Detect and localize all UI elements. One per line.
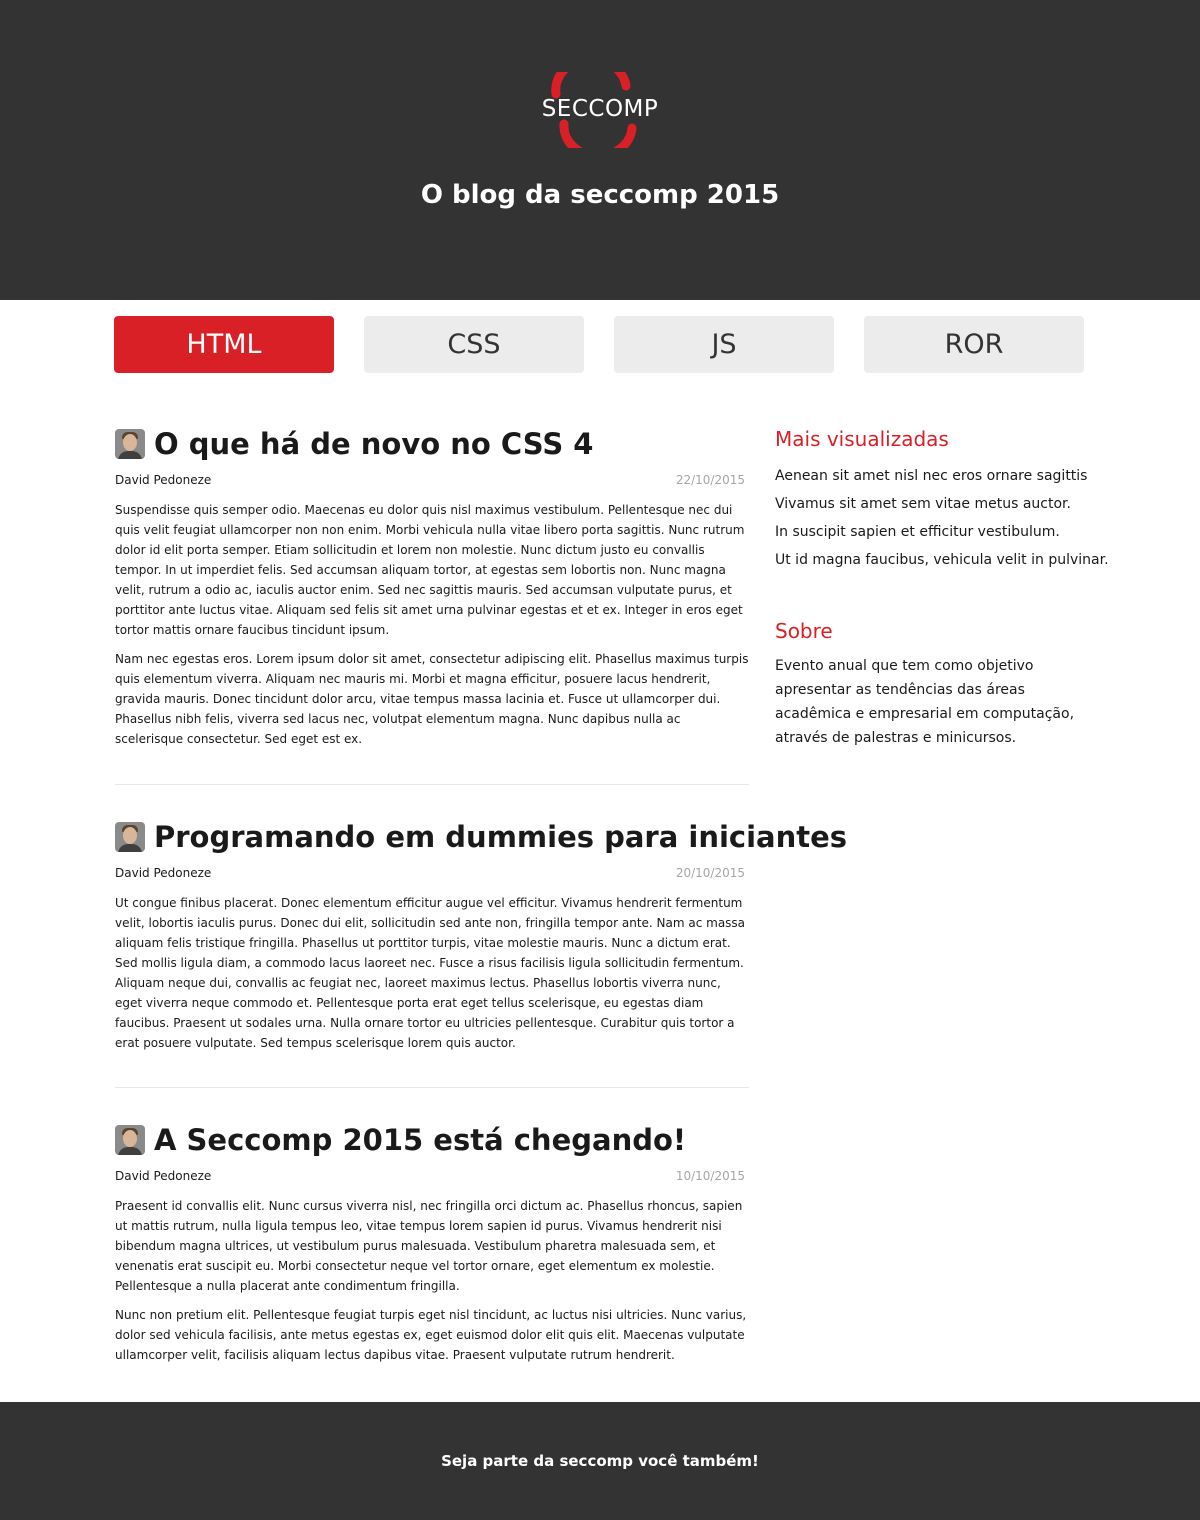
sidebar-most-viewed: Mais visualizadas Aenean sit amet nisl n… (775, 425, 1109, 574)
blog-title: O blog da seccomp 2015 (420, 180, 780, 210)
post-title[interactable]: Programando em dummies para iniciantes (154, 817, 847, 857)
post-header: O que há de novo no CSS 4 (115, 424, 749, 464)
post-body: Suspendisse quis semper odio. Maecenas e… (115, 500, 749, 749)
post-divider (115, 1087, 749, 1088)
post-author: David Pedoneze (115, 1169, 212, 1183)
post-author: David Pedoneze (115, 866, 212, 880)
post-date: 10/10/2015 (675, 1169, 745, 1183)
author-avatar[interactable] (115, 822, 145, 852)
post-meta: David Pedoneze 10/10/2015 (115, 1165, 749, 1187)
blog-post: Programando em dummies para iniciantes D… (115, 817, 847, 1053)
post-title[interactable]: O que há de novo no CSS 4 (154, 424, 593, 464)
about-text: Evento anual que tem como objetivo apres… (775, 658, 1075, 746)
author-avatar[interactable] (115, 429, 145, 459)
post-date: 20/10/2015 (675, 866, 745, 880)
footer-text: Seja parte da seccomp você também! (441, 1452, 759, 1470)
blog-post: O que há de novo no CSS 4 David Pedoneze… (115, 424, 749, 749)
seccomp-logo[interactable]: SECCOMP (520, 72, 680, 148)
post-paragraph: Nam nec egestas eros. Lorem ipsum dolor … (115, 652, 749, 746)
post-paragraph: Ut congue finibus placerat. Donec elemen… (115, 896, 746, 1050)
tab-css[interactable]: CSS (364, 316, 584, 373)
most-viewed-item[interactable]: In suscipit sapien et efficitur vestibul… (775, 518, 1105, 546)
post-paragraph: Suspendisse quis semper odio. Maecenas e… (115, 503, 745, 637)
most-viewed-item[interactable]: Ut id magna faucibus, vehicula velit in … (775, 546, 1109, 574)
post-date: 22/10/2015 (675, 473, 745, 487)
post-title[interactable]: A Seccomp 2015 está chegando! (154, 1120, 686, 1160)
post-body: Ut congue finibus placerat. Donec elemen… (115, 893, 749, 1053)
post-paragraph: Praesent id convallis elit. Nunc cursus … (115, 1199, 743, 1293)
most-viewed-list: Aenean sit amet nisl nec eros ornare sag… (775, 462, 1109, 574)
blog-post: A Seccomp 2015 está chegando! David Pedo… (115, 1120, 749, 1365)
logo-text: SECCOMP (542, 96, 659, 122)
sidebar-about: Sobre Evento anual que tem como objetivo… (775, 617, 1105, 750)
about-heading: Sobre (775, 619, 833, 643)
post-meta: David Pedoneze 20/10/2015 (115, 862, 749, 884)
post-meta: David Pedoneze 22/10/2015 (115, 469, 749, 491)
post-author: David Pedoneze (115, 473, 212, 487)
most-viewed-item[interactable]: Aenean sit amet nisl nec eros ornare sag… (775, 462, 1105, 490)
post-divider (115, 784, 749, 785)
tab-ror[interactable]: ROR (864, 316, 1084, 373)
post-paragraph: Nunc non pretium elit. Pellentesque feug… (115, 1308, 747, 1362)
most-viewed-item[interactable]: Vivamus sit amet sem vitae metus auctor. (775, 490, 1105, 518)
tab-js[interactable]: JS (614, 316, 834, 373)
most-viewed-heading: Mais visualizadas (775, 427, 949, 451)
post-header: Programando em dummies para iniciantes (115, 817, 847, 857)
site-footer: Seja parte da seccomp você também! (0, 1402, 1200, 1520)
site-header: SECCOMP O blog da seccomp 2015 (0, 0, 1200, 300)
post-header: A Seccomp 2015 está chegando! (115, 1120, 749, 1160)
author-avatar[interactable] (115, 1125, 145, 1155)
tab-html[interactable]: HTML (114, 316, 334, 373)
post-body: Praesent id convallis elit. Nunc cursus … (115, 1196, 749, 1365)
